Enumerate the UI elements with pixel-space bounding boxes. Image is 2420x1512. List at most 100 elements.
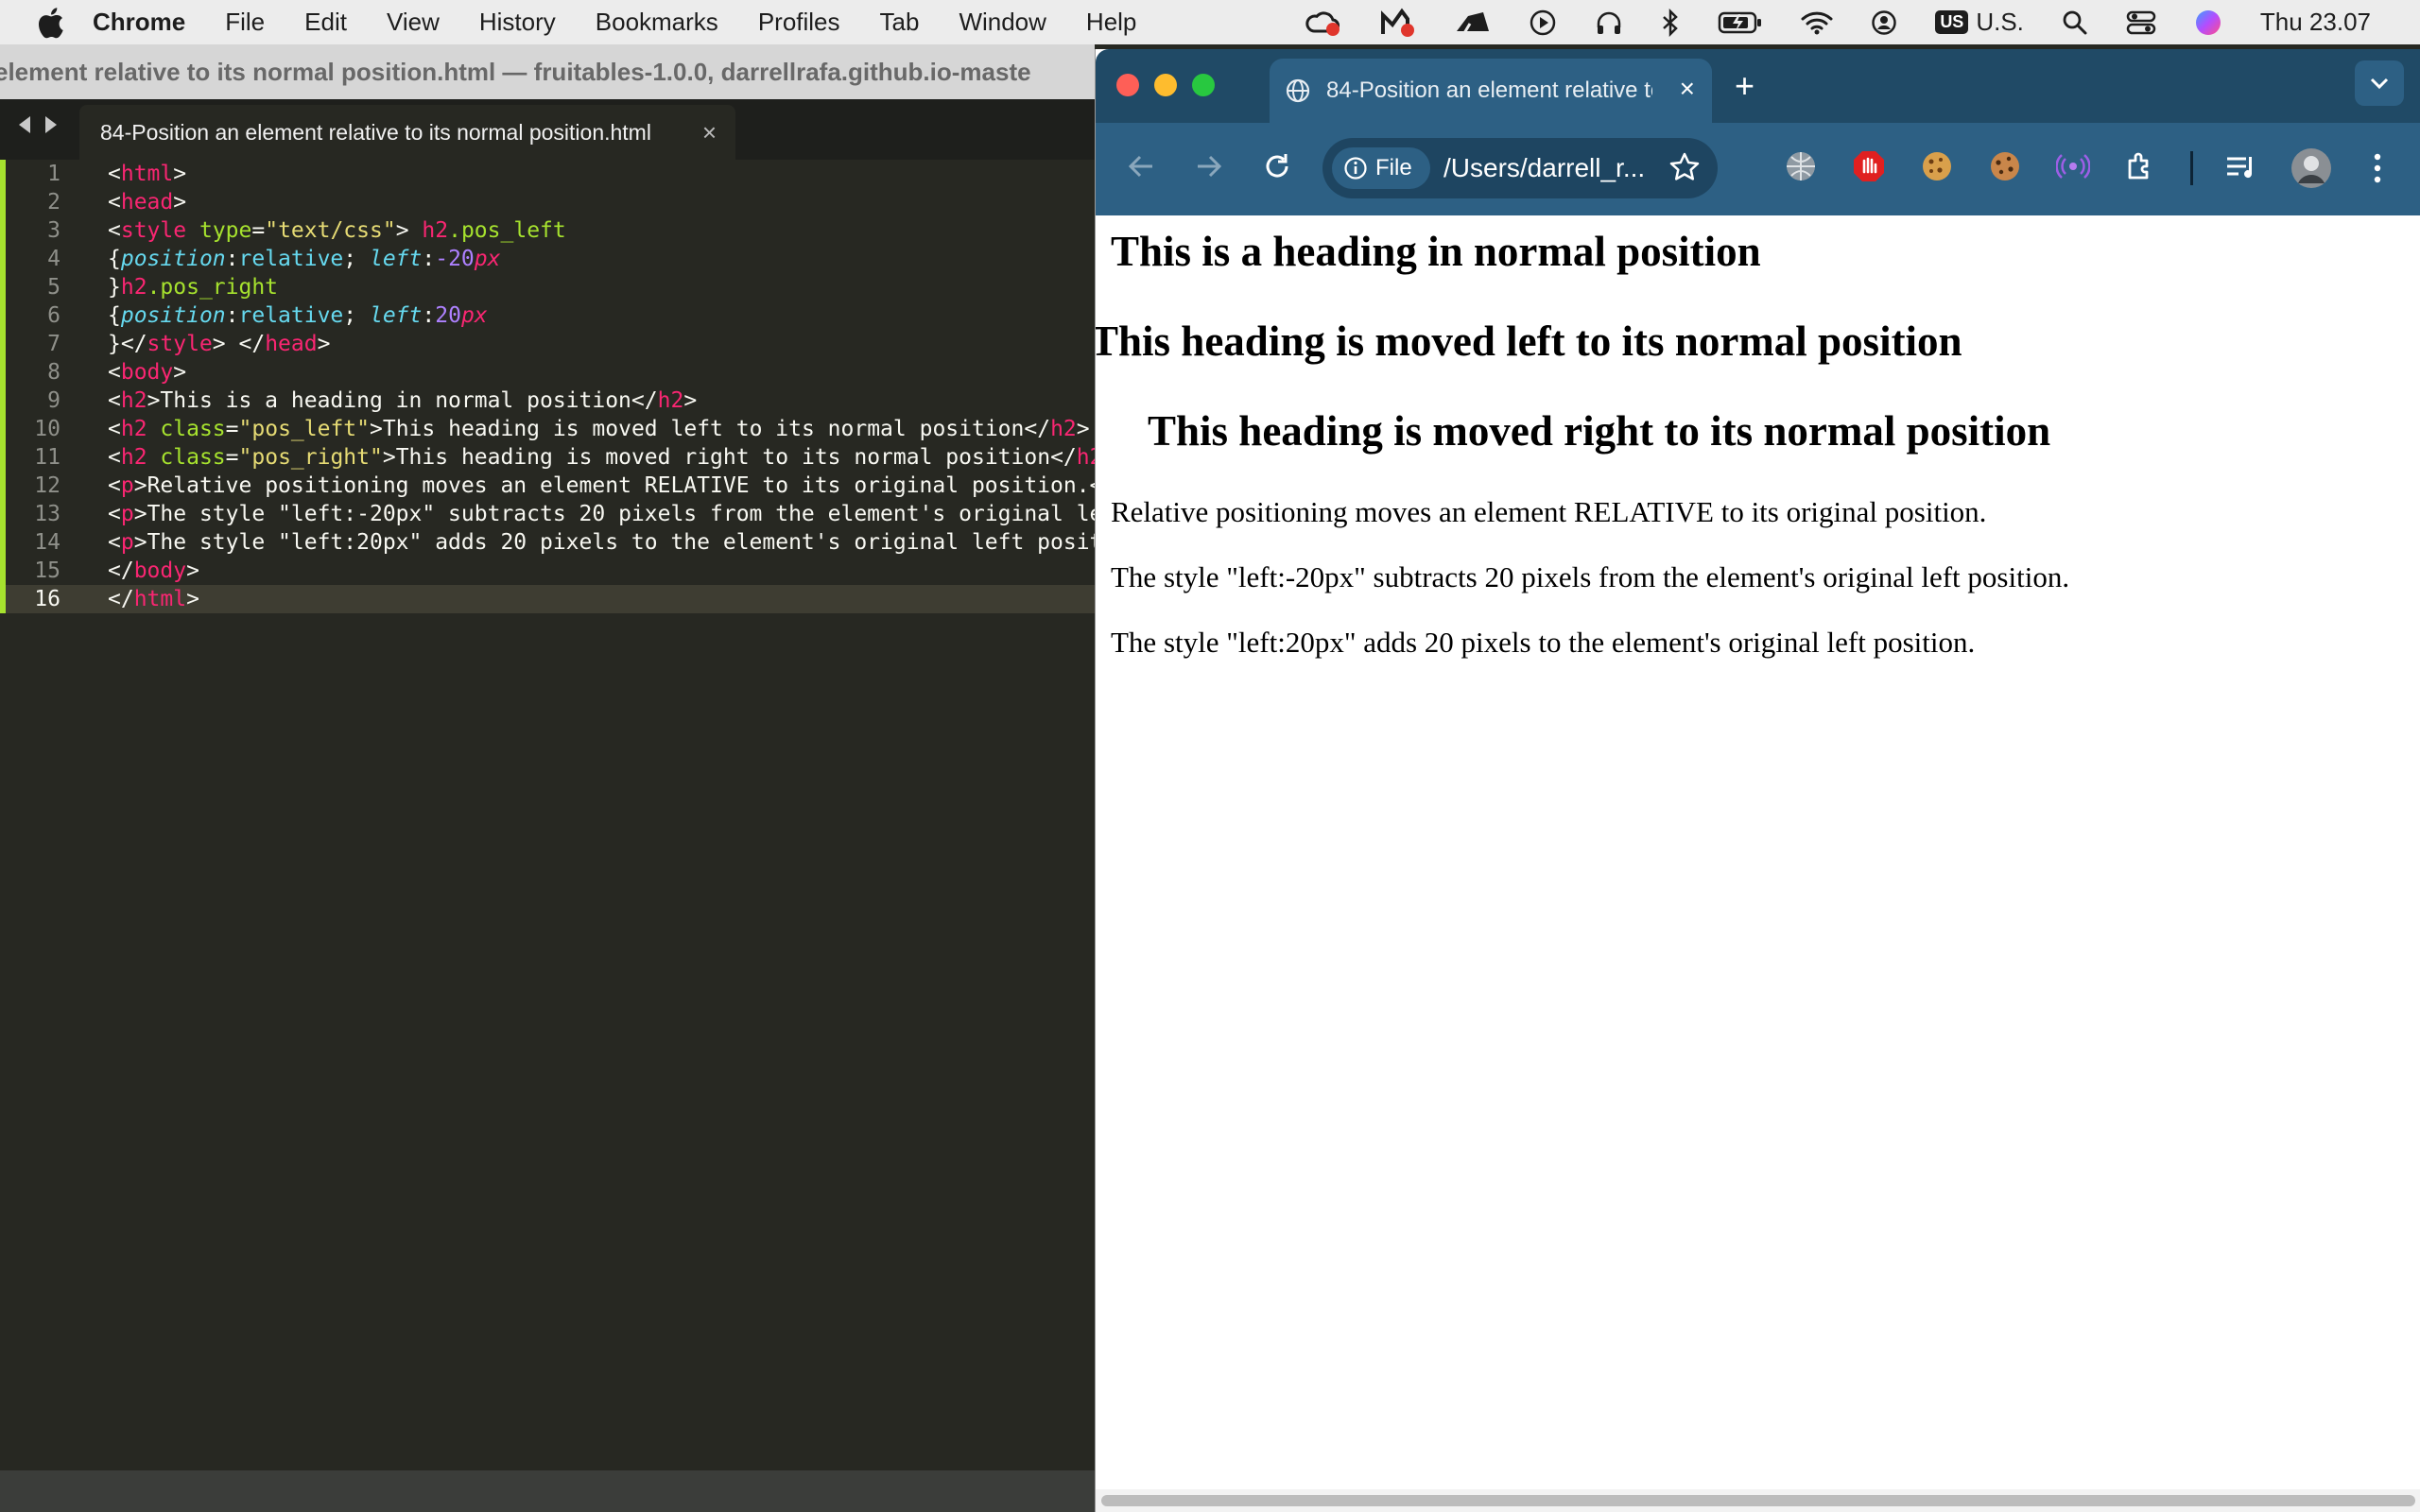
- code-token: >: [1076, 417, 1090, 441]
- vpn-icon[interactable]: [1784, 149, 1818, 183]
- menu-edit[interactable]: Edit: [304, 8, 347, 37]
- horizontal-scrollbar[interactable]: [1096, 1489, 2420, 1512]
- code-token: ;: [343, 247, 370, 271]
- creative-cloud-icon[interactable]: [1304, 0, 1341, 44]
- code-text: {position:relative; left:20px: [108, 301, 488, 330]
- close-icon[interactable]: ×: [1680, 74, 1695, 104]
- user-icon[interactable]: [1871, 0, 1897, 44]
- menu-file[interactable]: File: [225, 8, 265, 37]
- wifi-icon[interactable]: [1801, 0, 1833, 44]
- headphones-icon[interactable]: [1595, 0, 1623, 44]
- toolbar-divider: [2190, 151, 2193, 185]
- menu-window[interactable]: Window: [959, 8, 1046, 37]
- zoom-window-button[interactable]: [1192, 74, 1215, 96]
- code-token: =: [225, 417, 239, 441]
- radio-icon[interactable]: [2056, 149, 2090, 183]
- editor-title-bar: element relative to its normal position.…: [0, 44, 1095, 99]
- tab-prev-icon[interactable]: [17, 114, 32, 135]
- code-line[interactable]: 6 {position:relative; left:20px: [0, 301, 1095, 330]
- code-line[interactable]: 2 <head>: [0, 188, 1095, 216]
- code-line[interactable]: 14 <p>The style "left:20px" adds 20 pixel…: [0, 528, 1095, 557]
- line-number: 5: [47, 275, 60, 300]
- search-icon[interactable]: [2062, 0, 2088, 44]
- code-text: <p>The style "left:-20px" subtracts 20 p…: [108, 500, 1095, 528]
- more-icon[interactable]: [2372, 151, 2383, 185]
- star-icon[interactable]: [1668, 151, 1701, 183]
- code-line[interactable]: 8 <body>: [0, 358, 1095, 387]
- close-window-button[interactable]: [1116, 74, 1139, 96]
- back-icon[interactable]: [1126, 151, 1156, 181]
- scrollbar-thumb[interactable]: [1101, 1495, 2415, 1506]
- adblock-icon[interactable]: [1852, 149, 1886, 183]
- code-token: >This heading is moved right to its norm…: [382, 445, 1077, 470]
- menu-app-chrome[interactable]: Chrome: [93, 8, 185, 37]
- editor-tab-active[interactable]: 84-Position an element relative to its n…: [79, 105, 735, 160]
- code-token: h2: [120, 275, 147, 300]
- editor-window-title: element relative to its normal position.…: [0, 57, 1031, 86]
- play-icon[interactable]: [1529, 0, 1557, 44]
- bluetooth-icon[interactable]: [1661, 0, 1680, 44]
- input-source[interactable]: US U.S.: [1935, 0, 2024, 44]
- tab-next-icon[interactable]: [43, 114, 59, 135]
- menubar-clock[interactable]: Thu 23.07: [2260, 8, 2371, 37]
- code-line[interactable]: 4 {position:relative; left:-20px: [0, 245, 1095, 273]
- chrome-tab-active[interactable]: 84-Position an element relative to its n…: [1270, 59, 1712, 123]
- line-number: 2: [47, 190, 60, 215]
- editor-status-bar: [0, 1470, 1095, 1512]
- code-token: type: [199, 218, 252, 243]
- code-line[interactable]: 10 <h2 class="pos_left">This heading is m…: [0, 415, 1095, 443]
- close-icon[interactable]: ×: [702, 118, 717, 147]
- apple-logo-icon[interactable]: [36, 7, 64, 39]
- code-text: <h2>This is a heading in normal position…: [108, 387, 697, 415]
- code-line[interactable]: 1 <html>: [0, 160, 1095, 188]
- code-line[interactable]: 5 }h2.pos_right: [0, 273, 1095, 301]
- code-line[interactable]: 12 <p>Relative positioning moves an eleme…: [0, 472, 1095, 500]
- heading-moved-left: This heading is moved left to its normal…: [1096, 318, 1962, 365]
- code-token: =: [225, 445, 239, 470]
- menu-help[interactable]: Help: [1086, 8, 1136, 37]
- code-token: :: [225, 303, 239, 328]
- code-line[interactable]: 3 <style type="text/css"> h2.pos_left: [0, 216, 1095, 245]
- code-token: >: [317, 332, 331, 356]
- media-icon[interactable]: [2224, 151, 2258, 183]
- line-number: 16: [34, 587, 60, 611]
- editor-tab-label: 84-Position an element relative to its n…: [100, 119, 651, 145]
- airdrop-icon[interactable]: [1455, 0, 1491, 44]
- code-line[interactable]: 9 <h2>This is a heading in normal positio…: [0, 387, 1095, 415]
- forward-icon[interactable]: [1194, 151, 1224, 181]
- site-info-chip[interactable]: File: [1332, 147, 1430, 189]
- code-text: <html>: [108, 160, 186, 188]
- web-page-content: This is a heading in normal position Thi…: [1096, 215, 2420, 1489]
- cookie-icon[interactable]: [1920, 149, 1954, 183]
- code-line[interactable]: 16 </html>: [0, 585, 1095, 613]
- reload-icon[interactable]: [1262, 151, 1292, 181]
- code-text: }h2.pos_right: [108, 273, 278, 301]
- menu-history[interactable]: History: [479, 8, 556, 37]
- tab-search-icon[interactable]: [2355, 60, 2404, 106]
- new-tab-button[interactable]: +: [1735, 66, 1754, 106]
- siri-icon[interactable]: [2194, 0, 2222, 44]
- extensions-icon[interactable]: [2124, 149, 2158, 183]
- malwarebytes-icon[interactable]: [1379, 0, 1417, 44]
- chrome-tab-strip: 84-Position an element relative to its n…: [1096, 49, 2420, 123]
- address-bar[interactable]: File /Users/darrell_r...: [1322, 138, 1718, 198]
- control-center-icon[interactable]: [2126, 0, 2156, 44]
- code-token: class: [160, 445, 226, 470]
- code-line[interactable]: 11 <h2 class="pos_right">This heading is …: [0, 443, 1095, 472]
- battery-icon[interactable]: [1718, 0, 1763, 44]
- chrome-window: 84-Position an element relative to its n…: [1095, 49, 2420, 1512]
- menu-view[interactable]: View: [387, 8, 440, 37]
- code-token: left: [369, 303, 423, 328]
- menu-profiles[interactable]: Profiles: [758, 8, 840, 37]
- editor-code-area[interactable]: 1 <html> 2 <head> 3 <style type="text/css"> h…: [0, 160, 1095, 1464]
- code-line[interactable]: 15 </body>: [0, 557, 1095, 585]
- code-line[interactable]: 13 <p>The style "left:-20px" subtracts 20…: [0, 500, 1095, 528]
- heading-moved-right: This heading is moved right to its norma…: [1148, 407, 2051, 455]
- cookie-alt-icon[interactable]: [1988, 149, 2022, 183]
- profile-avatar-icon[interactable]: [2290, 147, 2332, 189]
- menu-tab[interactable]: Tab: [880, 8, 920, 37]
- minimize-window-button[interactable]: [1154, 74, 1177, 96]
- menu-bookmarks[interactable]: Bookmarks: [596, 8, 718, 37]
- code-token: =: [251, 218, 266, 243]
- code-line[interactable]: 7}</style> </head>: [0, 330, 1095, 358]
